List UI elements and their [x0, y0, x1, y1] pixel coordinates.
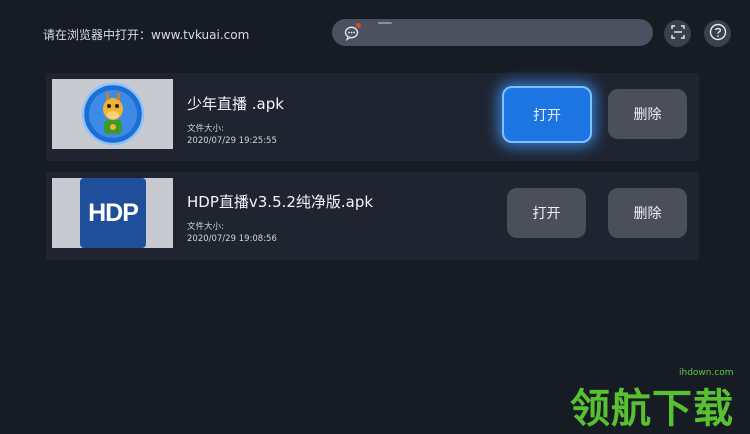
open-button[interactable]: 打开: [507, 188, 586, 238]
open-button[interactable]: 打开: [502, 86, 592, 143]
app-title: HDP直播v3.5.2纯净版.apk: [187, 193, 374, 211]
file-size-label: 文件大小:: [187, 222, 224, 232]
delete-button[interactable]: 删除: [608, 188, 687, 238]
browser-hint: 请在浏览器中打开：www.tvkuai.com: [43, 28, 250, 42]
apk-item-2[interactable]: HDP HDP直播v3.5.2纯净版.apk 文件大小: 2020/07/29 …: [46, 172, 699, 260]
hdp-logo-icon: HDP: [80, 178, 146, 248]
notification-dot: [356, 23, 361, 28]
search-input[interactable]: [372, 19, 641, 48]
file-size-label: 文件大小:: [187, 124, 224, 134]
help-icon: [709, 23, 727, 45]
search-bar[interactable]: [332, 19, 653, 48]
watermark-brand: 领航下载: [570, 386, 734, 432]
apk-item-1[interactable]: 少年直播 .apk 文件大小: 2020/07/29 19:25:55 打开 删…: [46, 73, 699, 161]
app-thumbnail-2: HDP: [52, 178, 173, 248]
help-button[interactable]: [704, 20, 731, 47]
file-date: 2020/07/29 19:08:56: [187, 234, 277, 244]
app-title: 少年直播 .apk: [187, 95, 284, 113]
app-thumbnail-1: [52, 79, 173, 149]
giraffe-logo-icon: [81, 82, 145, 146]
hdp-logo-text: HDP: [88, 198, 139, 227]
scan-icon: [670, 24, 686, 44]
delete-button[interactable]: 删除: [608, 89, 687, 139]
scan-button[interactable]: [664, 20, 691, 47]
file-date: 2020/07/29 19:25:55: [187, 136, 277, 146]
